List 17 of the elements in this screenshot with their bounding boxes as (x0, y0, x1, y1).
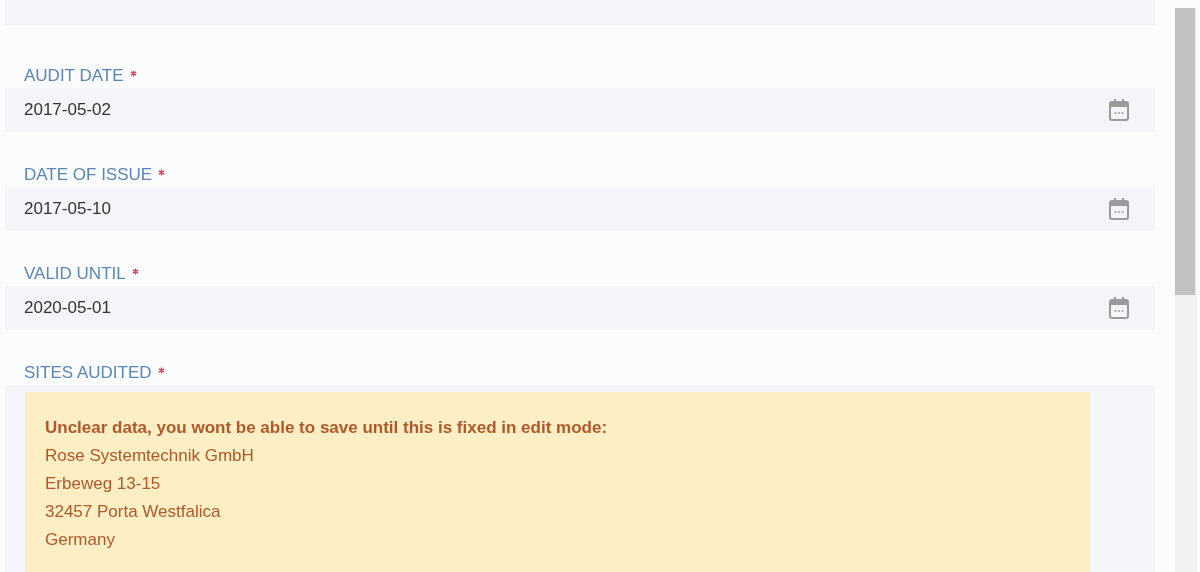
address-line: Erbeweg 13-15 (45, 473, 162, 495)
date-field[interactable]: 2017-05-10 (5, 187, 1155, 231)
scrollbar-thumb[interactable] (1175, 8, 1195, 295)
calendar-icon[interactable] (1108, 296, 1130, 320)
address-line: 32457 Porta Westfalica (45, 501, 222, 523)
date-field[interactable]: 2017-05-02 (5, 88, 1155, 132)
warning-title: Unclear data, you wont be able to save until this is fixed in edit mode: (45, 417, 609, 439)
date-field[interactable]: 2020-05-01 (5, 286, 1155, 330)
field-label: DATE OF ISSUE (24, 163, 153, 186)
field-label: AUDIT DATE (24, 64, 124, 87)
calendar-icon[interactable] (1108, 98, 1130, 122)
scrollbar[interactable] (1175, 8, 1197, 572)
address-line: Rose Systemtechnik GmbH (45, 445, 255, 467)
calendar-icon[interactable] (1108, 197, 1130, 221)
address-line: Germany (45, 529, 116, 551)
field-label: SITES AUDITED (24, 361, 152, 384)
field-label: VALID UNTIL (24, 262, 126, 285)
